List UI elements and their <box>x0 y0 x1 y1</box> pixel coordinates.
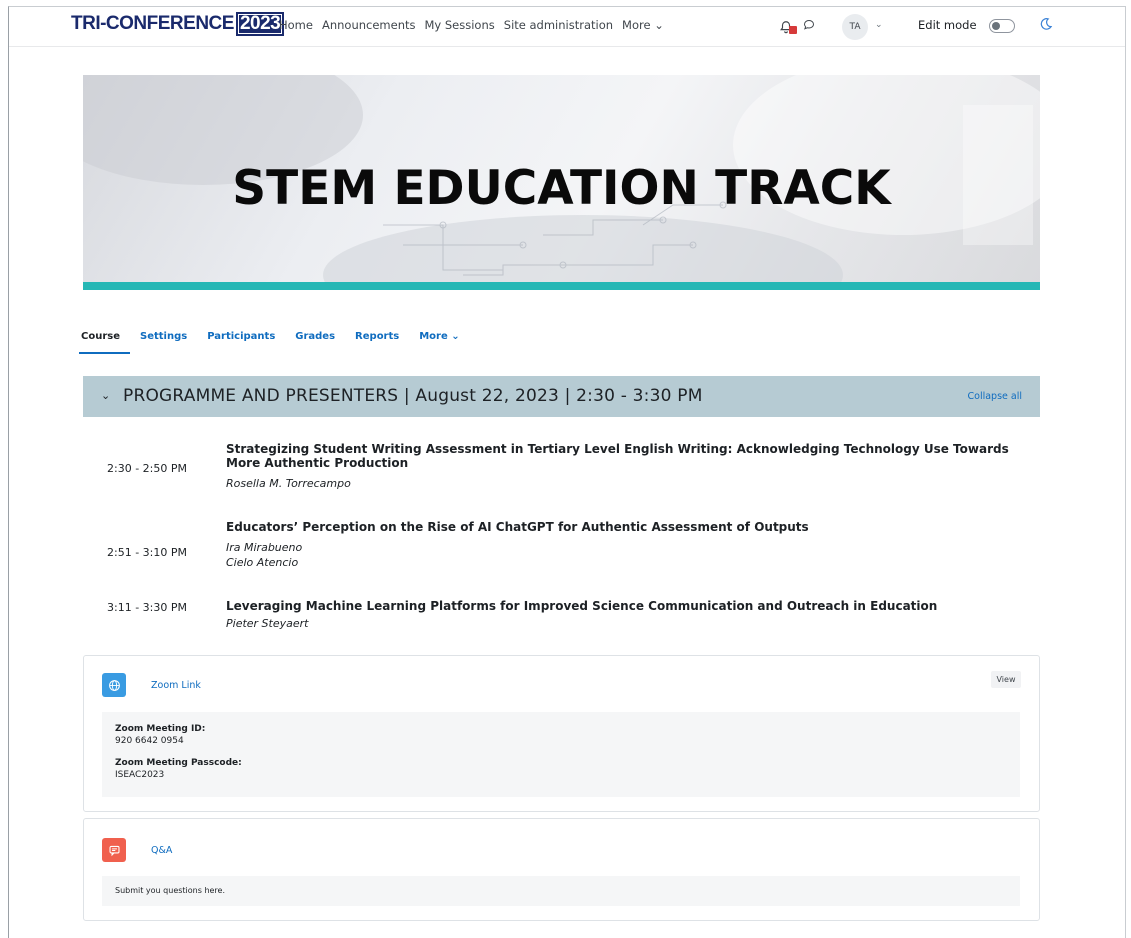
activity-card-qa: Q&A Submit you questions here. <box>83 818 1040 921</box>
activity-card-zoom: Zoom Link View Zoom Meeting ID: 920 6642… <box>83 655 1040 812</box>
notification-area <box>779 16 815 35</box>
nav-home[interactable]: Home <box>279 18 313 32</box>
dark-mode-moon-icon[interactable] <box>1039 16 1053 35</box>
edit-mode-label: Edit mode <box>918 18 977 32</box>
globe-icon <box>102 673 126 697</box>
session-title: Educators’ Perception on the Rise of AI … <box>226 520 809 534</box>
tab-course[interactable]: Course <box>79 327 130 354</box>
session-presenter: Rosella M. Torrecampo <box>226 477 351 490</box>
tab-reports[interactable]: Reports <box>345 327 409 354</box>
user-menu-chevron-icon[interactable]: ⌄ <box>875 20 883 30</box>
section-title[interactable]: PROGRAMME AND PRESENTERS | August 22, 20… <box>123 386 703 406</box>
activity-description: Submit you questions here. <box>102 876 1020 906</box>
notification-badge <box>789 25 797 34</box>
nav-my-sessions[interactable]: My Sessions <box>425 18 495 32</box>
banner-accent-strip <box>83 282 1040 290</box>
session-title: Leveraging Machine Learning Platforms fo… <box>226 599 938 613</box>
meeting-passcode-value: ISEAC2023 <box>115 770 165 780</box>
section-collapse-chevron-icon[interactable]: ⌄ <box>101 389 110 402</box>
nav-more[interactable]: More ⌄ <box>622 18 664 32</box>
messages-icon[interactable] <box>803 16 815 35</box>
session-presenter: Pieter Steyaert <box>226 617 309 630</box>
tab-participants[interactable]: Participants <box>197 327 285 354</box>
user-avatar[interactable]: TA <box>842 14 868 40</box>
logo-year: 2023 <box>235 12 285 36</box>
meeting-id-value: 920 6642 0954 <box>115 736 184 746</box>
session-presenter: Ira Mirabueno <box>226 541 303 554</box>
top-navbar: TRI-CONFERENCE 2023 Home Announcements M… <box>9 7 1125 47</box>
session-title: Strategizing Student Writing Assessment … <box>226 442 1009 470</box>
activity-description: Zoom Meeting ID: 920 6642 0954 Zoom Meet… <box>102 712 1020 797</box>
session-time: 2:30 - 2:50 PM <box>107 462 187 475</box>
meeting-passcode-label: Zoom Meeting Passcode: <box>115 758 242 768</box>
notification-bell-icon[interactable] <box>779 19 797 34</box>
activity-name-zoom-link[interactable]: Zoom Link <box>151 680 201 691</box>
tab-grades[interactable]: Grades <box>285 327 345 354</box>
course-secondary-navigation: Course Settings Participants Grades Repo… <box>79 327 470 354</box>
meeting-id-label: Zoom Meeting ID: <box>115 724 206 734</box>
section-header: ⌄ PROGRAMME AND PRESENTERS | August 22, … <box>83 376 1040 417</box>
logo-text: TRI-CONFERENCE <box>71 13 234 34</box>
nav-site-administration[interactable]: Site administration <box>504 18 613 32</box>
primary-navigation: Home Announcements My Sessions Site admi… <box>279 18 664 32</box>
session-presenter: Cielo Atencio <box>226 556 299 569</box>
banner-title: STEM EDUCATION TRACK <box>232 161 891 216</box>
browser-frame: TRI-CONFERENCE 2023 Home Announcements M… <box>8 6 1126 938</box>
session-time: 3:11 - 3:30 PM <box>107 601 187 614</box>
forum-icon <box>102 838 126 862</box>
site-logo[interactable]: TRI-CONFERENCE 2023 <box>71 12 285 36</box>
session-time: 2:51 - 3:10 PM <box>107 546 187 559</box>
course-banner: STEM EDUCATION TRACK <box>83 75 1040 289</box>
qa-description-text: Submit you questions here. <box>115 886 226 895</box>
tab-more[interactable]: More ⌄ <box>409 327 469 354</box>
nav-announcements[interactable]: Announcements <box>322 18 416 32</box>
activity-name-qa[interactable]: Q&A <box>151 845 172 856</box>
tab-settings[interactable]: Settings <box>130 327 197 354</box>
edit-mode-toggle[interactable] <box>989 19 1015 33</box>
view-button[interactable]: View <box>991 671 1021 688</box>
collapse-all-link[interactable]: Collapse all <box>968 391 1023 402</box>
